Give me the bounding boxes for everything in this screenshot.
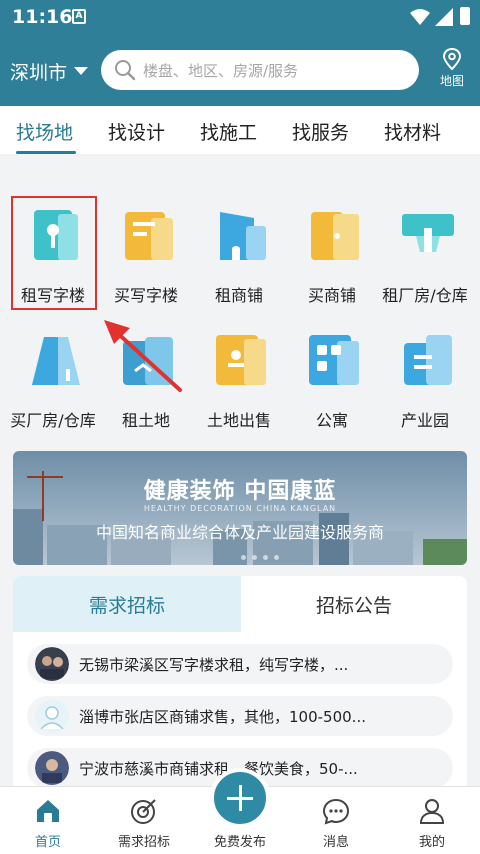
category-label: 土地出售	[206, 411, 271, 430]
nav-label: 需求招标	[117, 835, 170, 850]
banner-subtitle: 中国知名商业综合体及产业园建设服务商	[95, 523, 384, 542]
map-label: 地图	[439, 74, 464, 88]
factory-rent-icon	[402, 214, 454, 252]
tab-find-design[interactable]: 找设计	[108, 118, 165, 145]
signal-icon	[435, 8, 453, 26]
map-pin-icon	[442, 48, 462, 70]
nav-label: 首页	[34, 835, 61, 850]
request-text: 淄博市张店区商铺求售，其他，100-500...	[79, 708, 366, 726]
search-input[interactable]: 楼盘、地区、房源/服务	[101, 50, 419, 90]
plus-icon-vertical	[239, 785, 242, 811]
shop-rent-icon	[220, 212, 266, 260]
banner-english: HEALTHY DECORATION CHINA KANGLAN	[143, 504, 337, 513]
nav-label: 免费发布	[213, 835, 266, 850]
tab-find-construction[interactable]: 找施工	[200, 118, 257, 145]
wifi-icon	[410, 9, 430, 25]
nav-label: 我的	[418, 835, 445, 850]
shop-buy-icon	[311, 212, 359, 260]
category-label: 产业园	[400, 411, 449, 430]
notification-icon: A	[72, 9, 86, 24]
target-icon	[131, 799, 156, 824]
nav-bids[interactable]: 需求招标	[104, 787, 184, 854]
category-label: 公寓	[315, 411, 348, 430]
highlight-box	[11, 196, 97, 310]
carousel-dots	[241, 545, 285, 564]
status-time: 11:16	[12, 6, 73, 28]
category-industrial-park[interactable]: 产业园	[377, 295, 473, 430]
nav-mine[interactable]: 我的	[392, 787, 472, 854]
banner-title: 健康装饰 中国康蓝	[143, 479, 337, 504]
tab-find-material[interactable]: 找材料	[384, 118, 441, 145]
category-land-sale[interactable]: 土地出售	[191, 295, 287, 430]
top-bar: 深圳市 楼盘、地区、房源/服务 地图	[0, 36, 480, 106]
category-label: 租土地	[121, 411, 170, 430]
industrial-park-icon	[404, 335, 452, 385]
nav-home[interactable]: 首页	[8, 787, 88, 854]
chevron-down-icon[interactable]	[74, 67, 88, 75]
request-text: 无锡市梁溪区写字楼求租，纯写字楼，...	[79, 656, 349, 674]
tab-find-service[interactable]: 找服务	[292, 118, 349, 145]
user-icon	[419, 799, 445, 824]
chat-icon	[322, 798, 350, 825]
category-factory-rent[interactable]: 租厂房/仓库	[377, 170, 473, 305]
avatar	[35, 699, 69, 733]
tab-label: 需求招标	[88, 595, 165, 617]
tab-bid-notices[interactable]: 招标公告	[241, 576, 467, 632]
category-factory-buy[interactable]: 买厂房/仓库	[5, 295, 101, 430]
office-buy-icon	[125, 212, 173, 260]
factory-buy-icon	[32, 337, 80, 385]
publish-button[interactable]	[210, 768, 270, 828]
active-tab-indicator	[16, 151, 76, 154]
tab-demand-bids[interactable]: 需求招标	[13, 576, 241, 632]
category-shop-rent[interactable]: 租商铺	[191, 170, 287, 305]
home-icon	[37, 800, 59, 822]
tab-label: 招标公告	[315, 595, 392, 617]
search-placeholder: 楼盘、地区、房源/服务	[143, 62, 299, 80]
promo-banner[interactable]: 健康装饰 中国康蓝 HEALTHY DECORATION CHINA KANGL…	[13, 451, 467, 565]
battery-icon	[460, 7, 470, 25]
nav-messages[interactable]: 消息	[296, 787, 376, 854]
map-button[interactable]: 地图	[432, 48, 472, 96]
avatar	[35, 647, 69, 681]
pointer-arrow	[104, 320, 182, 392]
category-shop-buy[interactable]: 买商铺	[284, 170, 380, 305]
category-tabs: 找场地 找设计 找施工 找服务 找材料	[0, 106, 480, 154]
category-apartment[interactable]: 公寓	[284, 295, 380, 430]
list-item[interactable]: 淄博市张店区商铺求售，其他，100-500...	[27, 696, 453, 736]
avatar	[35, 751, 69, 785]
list-item[interactable]: 无锡市梁溪区写字楼求租，纯写字楼，...	[27, 644, 453, 684]
category-label: 买厂房/仓库	[10, 411, 96, 430]
search-icon	[115, 60, 136, 81]
city-selector[interactable]: 深圳市	[10, 58, 67, 85]
tab-find-venue[interactable]: 找场地	[16, 118, 73, 145]
land-sale-icon	[216, 335, 266, 385]
status-bar: 11:16 A	[0, 0, 480, 36]
category-office-buy[interactable]: 买写字楼	[98, 170, 194, 305]
apartment-icon	[309, 335, 359, 385]
nav-label: 消息	[322, 835, 349, 850]
